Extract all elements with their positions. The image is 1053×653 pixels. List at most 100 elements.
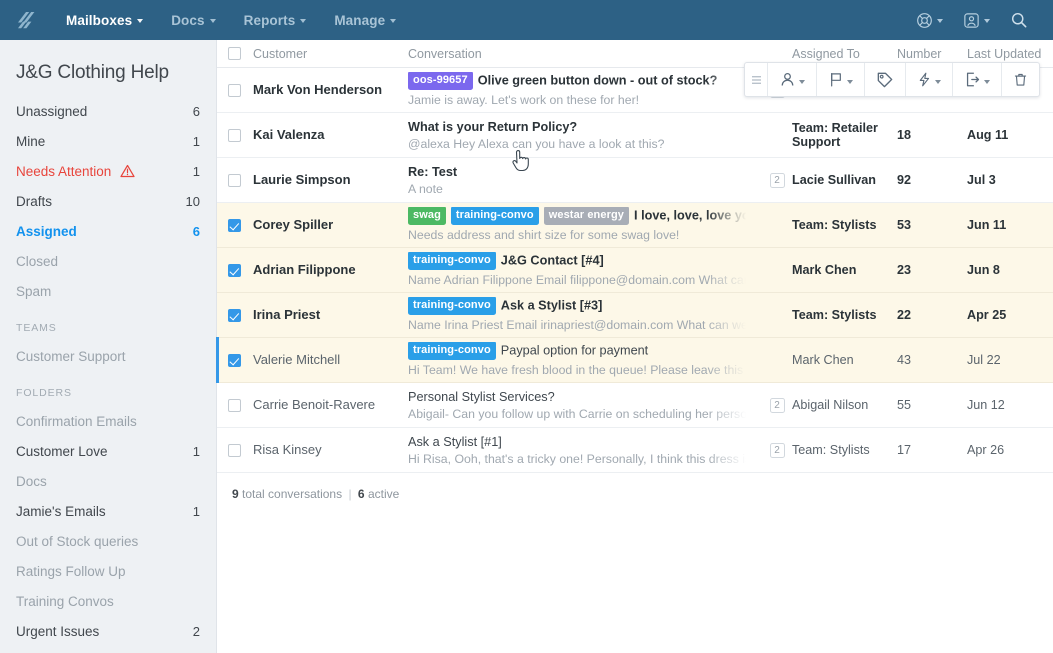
- sidebar-item-mine[interactable]: Mine 1: [0, 126, 216, 156]
- nav-item-label: Mailboxes: [66, 12, 133, 28]
- table-row[interactable]: Laurie Simpson Re: Test A note 2 Lacie Sulli…: [217, 158, 1053, 203]
- number-cell: 22: [897, 306, 967, 324]
- column-header-conversation[interactable]: Conversation: [391, 47, 762, 61]
- account-menu-button[interactable]: [954, 0, 999, 40]
- sidebar-item-label: Out of Stock queries: [16, 533, 139, 549]
- column-header-number[interactable]: Number: [897, 47, 967, 61]
- table-row[interactable]: Irina Priest training-convo Ask a Stylist …: [217, 293, 1053, 338]
- row-checkbox-cell[interactable]: [217, 173, 251, 187]
- help-lifebuoy-icon: [917, 12, 932, 28]
- row-checkbox-cell[interactable]: [217, 128, 251, 142]
- assigned-to-value: Team: Retailer Support: [792, 121, 878, 149]
- sidebar-item-ratings-follow-up[interactable]: Ratings Follow Up: [0, 556, 216, 586]
- sidebar-item-training-convos[interactable]: Training Convos: [0, 586, 216, 616]
- column-header-last-updated[interactable]: Last Updated: [967, 47, 1053, 61]
- row-checkbox[interactable]: [227, 83, 241, 97]
- chevron-down-icon: [937, 19, 943, 23]
- sidebar-item-unassigned[interactable]: Unassigned 6: [0, 96, 216, 126]
- sidebar-item-jamie-s-emails[interactable]: Jamie's Emails 1: [0, 496, 216, 526]
- nav-item-mailboxes[interactable]: Mailboxes: [52, 0, 157, 40]
- sidebar-teams-list: Customer Support: [0, 339, 216, 371]
- sidebar-item-closed[interactable]: Closed: [0, 246, 216, 276]
- conversation-number: 22: [897, 308, 912, 322]
- customer-name: Irina Priest: [253, 306, 321, 322]
- last-updated-cell: Apr 26: [967, 441, 1053, 459]
- table-row[interactable]: Valerie Mitchell training-convo Paypal opt…: [216, 337, 1053, 383]
- sidebar-item-customer-support[interactable]: Customer Support: [0, 341, 216, 371]
- table-row[interactable]: Risa Kinsey Ask a Stylist [#1] Hi Risa, Oo…: [217, 428, 1053, 473]
- nav-item-docs[interactable]: Docs: [157, 0, 229, 40]
- sidebar-item-waiting-3-days[interactable]: Waiting 3+ Days: [0, 646, 216, 653]
- tag-button[interactable]: [864, 63, 905, 96]
- column-header-customer[interactable]: Customer: [251, 47, 391, 61]
- row-checkbox[interactable]: [227, 398, 241, 412]
- nav-item-label: Reports: [243, 12, 296, 28]
- assign-button[interactable]: [767, 63, 816, 96]
- app-logo[interactable]: [0, 0, 52, 40]
- sidebar-item-label: Spam: [16, 283, 52, 299]
- search-button[interactable]: [1001, 0, 1037, 40]
- row-checkbox[interactable]: [227, 173, 241, 187]
- chevron-down-icon: [390, 19, 397, 23]
- message-count-badge: 2: [769, 397, 785, 413]
- row-checkbox[interactable]: [227, 218, 241, 232]
- conversation-tag[interactable]: training-convo: [450, 206, 539, 226]
- table-row[interactable]: Kai Valenza What is your Return Policy? @a…: [217, 113, 1053, 158]
- row-checkbox-cell[interactable]: [217, 398, 251, 412]
- help-button[interactable]: [907, 0, 952, 40]
- select-all-checkbox[interactable]: [227, 47, 241, 60]
- row-checkbox[interactable]: [227, 353, 241, 367]
- conversation-preview: Hi Team! We have fresh blood in the queu…: [408, 363, 762, 378]
- nav-item-reports[interactable]: Reports: [230, 0, 321, 40]
- row-checkbox-cell[interactable]: [217, 443, 251, 457]
- row-checkbox-cell[interactable]: [217, 218, 251, 232]
- assigned-to-value: Team: Stylists: [792, 308, 877, 322]
- table-row[interactable]: Carrie Benoit-Ravere Personal Stylist Ser…: [217, 383, 1053, 428]
- main-menu: Mailboxes Docs Reports Manage: [52, 0, 410, 40]
- sidebar-item-docs[interactable]: Docs: [0, 466, 216, 496]
- drag-handle-icon[interactable]: [745, 63, 767, 96]
- delete-button[interactable]: [1001, 63, 1039, 96]
- last-updated-cell: Jun 8: [967, 261, 1053, 279]
- row-checkbox[interactable]: [227, 128, 241, 142]
- row-checkbox-cell[interactable]: [217, 83, 251, 97]
- status-button[interactable]: [816, 63, 864, 96]
- conversation-tag[interactable]: training-convo: [408, 296, 496, 316]
- row-checkbox-cell[interactable]: [217, 353, 251, 367]
- sidebar-item-urgent-issues[interactable]: Urgent Issues 2: [0, 616, 216, 646]
- sidebar-item-drafts[interactable]: Drafts 10: [0, 186, 216, 216]
- table-row[interactable]: Adrian Filippone training-convo J&G Contac…: [217, 248, 1053, 293]
- conversation-cell: training-convo J&G Contact [#4] Name Adria…: [391, 251, 762, 289]
- table-row[interactable]: Corey Spiller swag training-convo westar en…: [217, 203, 1053, 248]
- sidebar-item-label: Docs: [16, 473, 47, 489]
- sidebar-item-needs-attention[interactable]: Needs Attention 1: [0, 156, 216, 186]
- conversation-tag[interactable]: swag: [408, 206, 446, 226]
- sidebar-item-customer-love[interactable]: Customer Love 1: [0, 436, 216, 466]
- nav-item-manage[interactable]: Manage: [320, 0, 410, 40]
- sidebar-item-confirmation-emails[interactable]: Confirmation Emails: [0, 406, 216, 436]
- customer-name: Mark Von Henderson: [253, 81, 383, 97]
- move-button[interactable]: [952, 63, 1001, 96]
- conversation-tag[interactable]: training-convo: [408, 251, 496, 271]
- customer-cell: Risa Kinsey: [251, 442, 391, 458]
- assigned-to-value: Team: Stylists: [792, 443, 870, 457]
- conversation-tag[interactable]: westar energy: [543, 206, 630, 226]
- row-checkbox[interactable]: [227, 308, 241, 322]
- sidebar-item-assigned[interactable]: Assigned 6: [0, 216, 216, 246]
- conversation-number: 92: [897, 173, 912, 187]
- sidebar-item-spam[interactable]: Spam: [0, 276, 216, 306]
- row-checkbox[interactable]: [227, 263, 241, 277]
- conversation-preview: Hi Risa, Ooh, that's a tricky one! Perso…: [408, 451, 762, 466]
- row-checkbox[interactable]: [227, 443, 241, 457]
- row-checkbox-cell[interactable]: [217, 263, 251, 277]
- conversation-tag[interactable]: training-convo: [408, 341, 496, 361]
- assigned-to-cell: Team: Stylists: [792, 308, 897, 322]
- assigned-to-cell: Team: Stylists: [792, 443, 897, 457]
- row-checkbox-cell[interactable]: [217, 308, 251, 322]
- workflow-button[interactable]: [905, 63, 952, 96]
- column-header-assigned-to[interactable]: Assigned To: [792, 47, 897, 61]
- sidebar-item-out-of-stock-queries[interactable]: Out of Stock queries: [0, 526, 216, 556]
- select-all-checkbox-cell[interactable]: [217, 47, 251, 60]
- bulk-actions-toolbar[interactable]: [744, 62, 1040, 97]
- conversation-tag[interactable]: oos-99657: [408, 71, 473, 91]
